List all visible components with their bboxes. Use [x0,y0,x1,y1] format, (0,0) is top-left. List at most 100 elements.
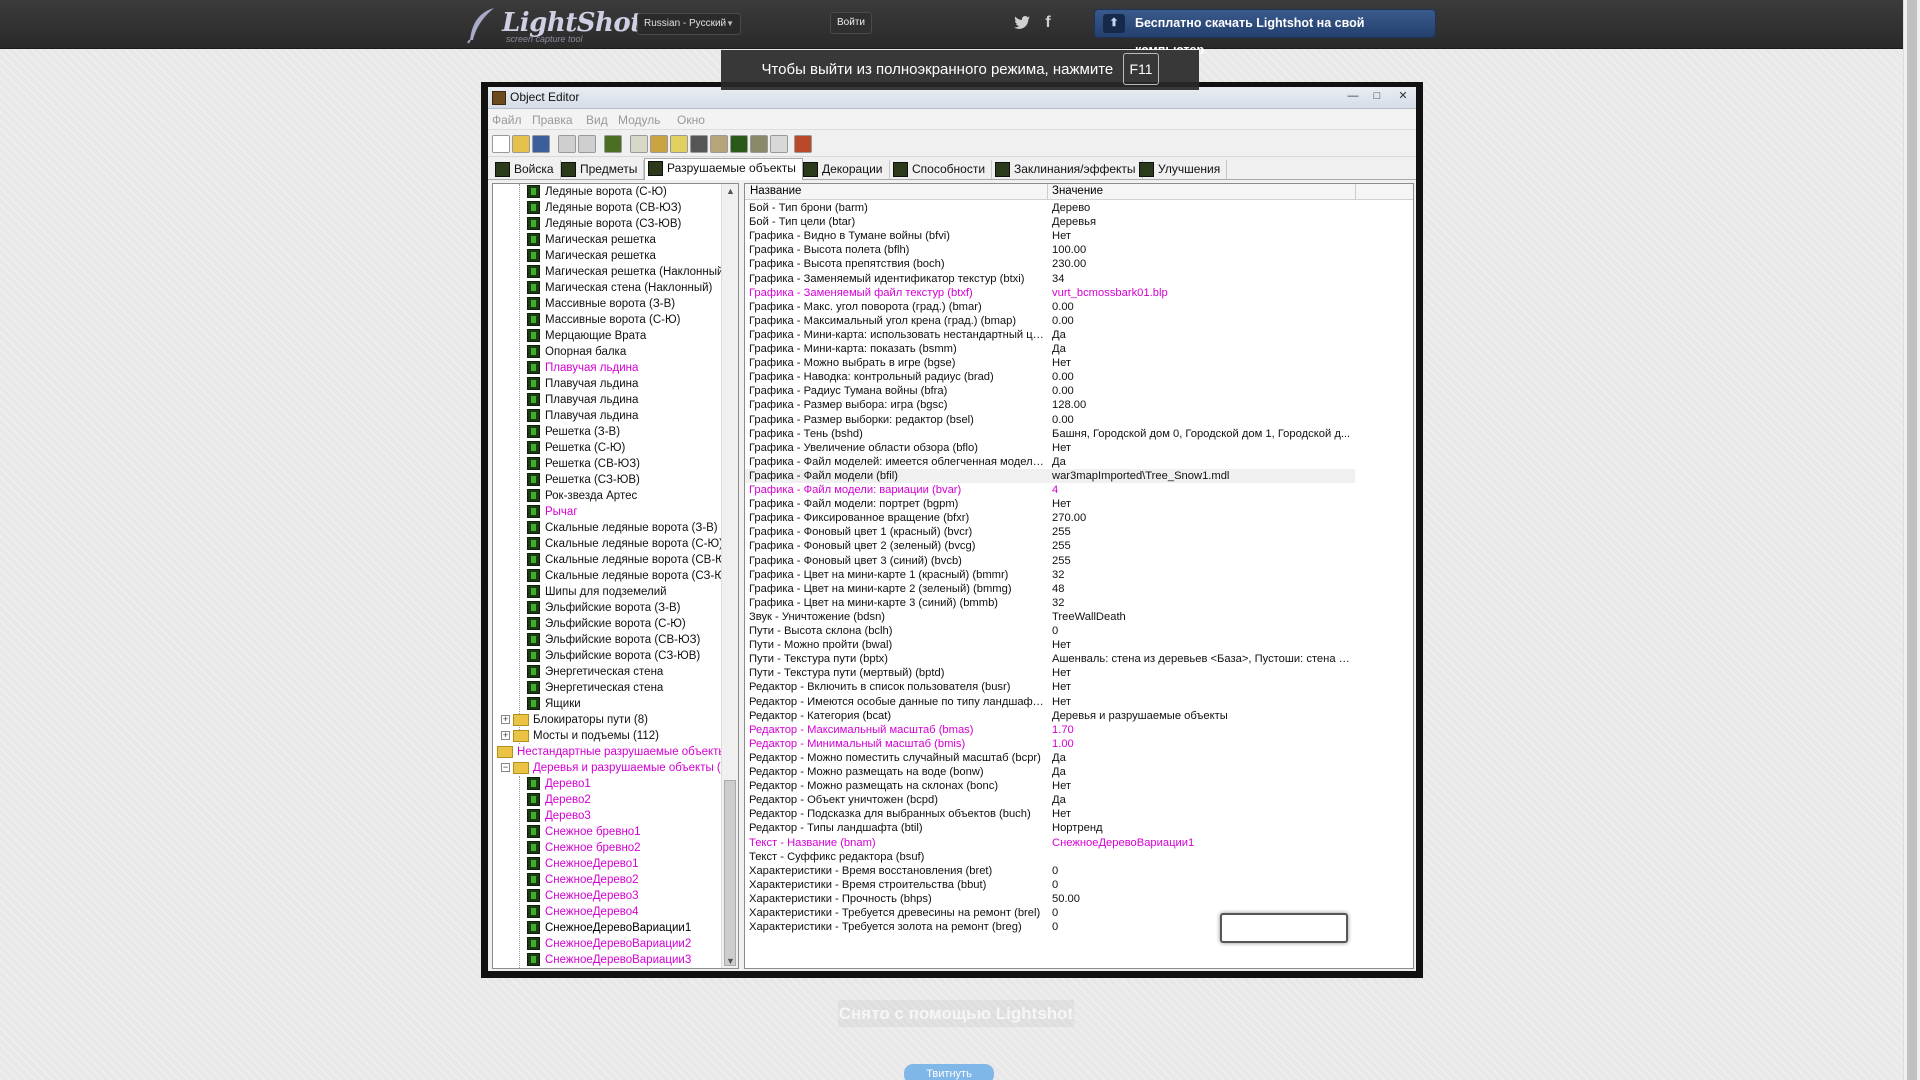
property-row[interactable]: Графика - Мини-карта: использовать неста… [745,328,1355,342]
property-row[interactable]: Графика - Заменяемый файл текстур (btxf)… [745,286,1355,300]
property-row[interactable]: Графика - Цвет на мини-карте 1 (красный)… [745,568,1355,582]
property-row[interactable]: Редактор - Типы ландшафта (btil) Нортренд [745,821,1355,835]
property-row[interactable]: Текст - Суффикс редактора (bsuf) [745,850,1355,864]
tree-item[interactable]: Ящики [493,696,721,712]
property-row[interactable]: Редактор - Включить в список пользовател… [745,680,1355,694]
property-value[interactable]: Нет [1052,229,1354,243]
property-value[interactable]: Башня, Городской дом 0, Городской дом 1,… [1052,427,1354,441]
property-row[interactable]: Характеристики - Время восстановления (b… [745,864,1355,878]
property-row[interactable]: Графика - Файл модели: вариации (bvar) 4 [745,483,1355,497]
property-value[interactable]: Нет [1052,497,1354,511]
tree-item[interactable]: Магическая решетка [493,248,721,264]
property-value[interactable]: 270.00 [1052,511,1354,525]
tree-item[interactable]: Скальные ледяные ворота (СЗ-ЮВ) [493,568,737,584]
property-row[interactable]: Графика - Высота полета (bflh) 100.00 [745,243,1355,257]
tree-item[interactable]: Эльфийские ворота (З-В) [493,600,721,616]
property-row[interactable]: Текст - Название (bnam) СнежноеДеревоВари… [745,836,1355,850]
campaign-icon[interactable] [710,135,728,153]
property-value[interactable]: Да [1052,455,1354,469]
custom-tree-item[interactable]: СнежноеДерево1 [493,856,721,872]
tab-abilities[interactable]: Способности [890,160,993,179]
tree-item[interactable]: Решетка (З-В) [493,424,721,440]
scroll-down-icon[interactable]: ▼ [726,956,735,966]
new-icon[interactable] [492,135,510,153]
property-row[interactable]: Графика - Фоновый цвет 1 (красный) (bvcr… [745,525,1355,539]
property-row[interactable]: Графика - Файл модели: портрет (bgpm) Нет [745,497,1355,511]
property-row[interactable]: Графика - Файл модели (bfil) war3mapImpor… [745,468,1355,483]
run-icon[interactable] [794,135,812,153]
property-value[interactable]: Деревья [1052,215,1354,229]
tweet-button[interactable]: Твитнуть [904,1064,994,1080]
paste-icon[interactable] [578,135,596,153]
property-value[interactable]: 48 [1052,582,1354,596]
custom-tree-item[interactable]: СнежноеДерево4 [493,904,721,920]
login-button[interactable]: Войти [830,12,872,34]
custom-tree-item[interactable]: СнежноеДерево3 [493,888,721,904]
property-row[interactable]: Бой - Тип брони (barm) Дерево [745,201,1355,215]
tree-item[interactable]: Эльфийские ворота (С-Ю) [493,616,721,632]
property-row[interactable]: Графика - Фиксированное вращение (bfxr) 2… [745,511,1355,525]
sound-icon[interactable] [670,135,688,153]
property-row[interactable]: Редактор - Имеются особые данные по типу… [745,695,1355,709]
twitter-icon[interactable] [1012,12,1032,34]
property-value[interactable]: 255 [1052,539,1354,553]
property-row[interactable]: Графика - Фоновый цвет 2 (зеленый) (bvcg… [745,539,1355,553]
lightshot-logo[interactable]: LightShot screen capture tool [466,4,642,46]
tree-item[interactable]: Массивные ворота (З-В) [493,296,721,312]
tree-item[interactable]: Эльфийские ворота (СВ-ЮЗ) [493,632,721,648]
column-value-header[interactable]: Значение [1052,185,1103,197]
tree-item[interactable]: Плавучая льдина [493,392,721,408]
property-row[interactable]: Редактор - Максимальный масштаб (bmas) 1.… [745,723,1355,737]
maximize-button[interactable]: □ [1366,89,1388,105]
copy-icon[interactable] [558,135,576,153]
property-row[interactable]: Графика - Наводка: контрольный радиус (b… [745,370,1355,384]
property-row[interactable]: Графика - Тень (bshd) Башня, Городской до… [745,427,1355,441]
property-row[interactable]: Характеристики - Прочность (bhps) 50.00 [745,892,1355,906]
property-value[interactable]: 0.00 [1052,413,1354,427]
property-row[interactable]: Звук - Уничтожение (bdsn) TreeWallDeath [745,610,1355,624]
window-titlebar[interactable]: Object Editor — □ ✕ [488,87,1416,109]
property-value[interactable]: Нет [1052,441,1354,455]
property-row[interactable]: Графика - Размер выборки: редактор (bsel… [745,413,1355,427]
property-row[interactable]: Пути - Можно пройти (bwal) Нет [745,638,1355,652]
property-value[interactable]: 255 [1052,525,1354,539]
property-row[interactable]: Пути - Высота склона (bclh) 0 [745,624,1355,638]
page-scrollbar[interactable] [1903,0,1920,1080]
property-value[interactable]: Нет [1052,666,1354,680]
property-row[interactable]: Редактор - Категория (bcat) Деревья и раз… [745,709,1355,723]
property-value[interactable]: Деревья и разрушаемые объекты [1052,709,1354,723]
property-row[interactable]: Характеристики - Время строительства (bb… [745,878,1355,892]
property-row[interactable]: Графика - Мини-карта: показать (bsmm) Да [745,342,1355,356]
custom-tree-item[interactable]: Дерево2 [493,792,721,808]
tree-item[interactable]: Мерцающие Врата [493,328,721,344]
property-value[interactable]: 0.00 [1052,384,1354,398]
tree-scroll-thumb[interactable] [724,780,736,966]
terrain-editor-icon[interactable] [604,135,622,153]
object-tree[interactable]: Ледяные ворота (С-Ю) Ледяные ворота (СВ-Ю… [492,183,739,969]
property-value[interactable]: 1.70 [1052,723,1354,737]
tree-group[interactable]: Нестандартные разрушаемые объекты (23) [493,744,738,760]
tree-item[interactable]: Эльфийские ворота (СЗ-ЮВ) [493,648,721,664]
tree-item[interactable]: Ледяные ворота (С-Ю) [493,184,721,200]
property-value[interactable]: 0.00 [1052,300,1354,314]
menu-file[interactable]: Файл [492,113,522,127]
property-value[interactable]: Да [1052,765,1354,779]
property-value[interactable]: Да [1052,751,1354,765]
minimize-button[interactable]: — [1342,89,1364,105]
property-value[interactable]: 100.00 [1052,243,1354,257]
property-value[interactable]: 0 [1052,624,1354,638]
property-value[interactable]: Нет [1052,356,1354,370]
tree-item[interactable]: Опорная балка [493,344,721,360]
property-value[interactable]: 32 [1052,568,1354,582]
object-editor-icon[interactable] [690,135,708,153]
tree-item[interactable]: Решетка (СВ-ЮЗ) [493,456,721,472]
property-row[interactable]: Графика - Увеличение области обзора (bfl… [745,441,1355,455]
menu-view[interactable]: Вид [586,113,608,127]
tree-item[interactable]: Энергетическая стена [493,664,721,680]
property-row[interactable]: Графика - Цвет на мини-карте 3 (синий) (… [745,596,1355,610]
property-row[interactable]: Пути - Текстура пути (bptx) Ашенваль: сте… [745,652,1355,666]
property-value[interactable]: Нет [1052,779,1354,793]
tab-buffs[interactable]: Заклинания/эффекты [992,160,1143,179]
column-name-header[interactable]: Название [750,185,801,197]
tree-group[interactable]: + Мосты и подъемы (112) [493,728,721,744]
